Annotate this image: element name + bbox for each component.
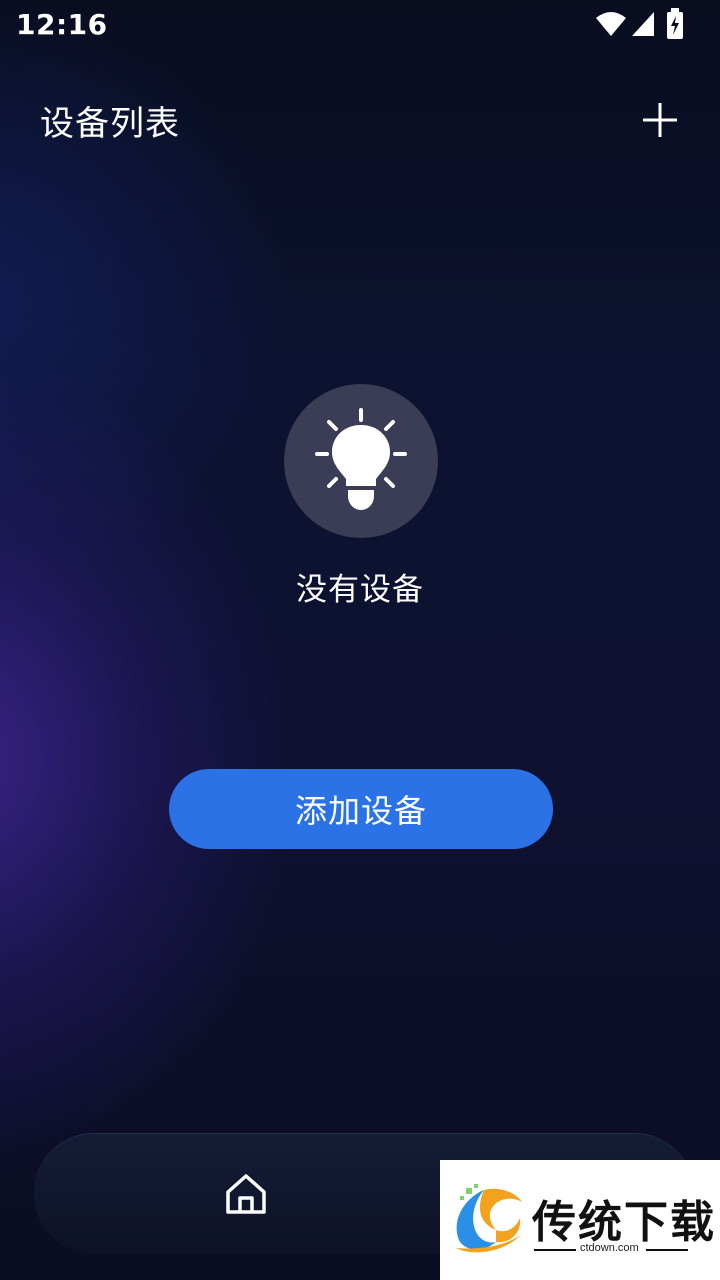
empty-state-icon-circle xyxy=(284,384,438,538)
watermark-rule-left xyxy=(534,1249,576,1251)
nav-home[interactable] xyxy=(222,1170,270,1218)
add-device-button[interactable]: 添加设备 xyxy=(169,769,553,849)
status-icons xyxy=(570,8,683,39)
watermark: 传统下载 ctdown.com xyxy=(440,1160,720,1280)
wifi-icon xyxy=(596,12,626,36)
background-gradient xyxy=(0,0,720,1280)
empty-state-message: 没有设备 xyxy=(296,572,424,608)
lightbulb-icon xyxy=(315,408,407,510)
add-device-plus-button[interactable] xyxy=(636,96,684,144)
battery-charging-icon xyxy=(667,8,683,39)
status-bar: 12:16 xyxy=(0,0,720,50)
watermark-title: 传统下载 xyxy=(532,1197,716,1248)
plus-icon xyxy=(643,103,677,137)
page-title: 设备列表 xyxy=(40,104,180,144)
signal-icon xyxy=(632,12,654,36)
home-icon xyxy=(226,1174,266,1214)
status-time: 12:16 xyxy=(16,8,108,41)
watermark-rule-right xyxy=(646,1249,688,1251)
watermark-subtitle: ctdown.com xyxy=(580,1242,639,1254)
watermark-logo-icon xyxy=(456,1184,522,1253)
app-header: 设备列表 xyxy=(0,80,720,160)
